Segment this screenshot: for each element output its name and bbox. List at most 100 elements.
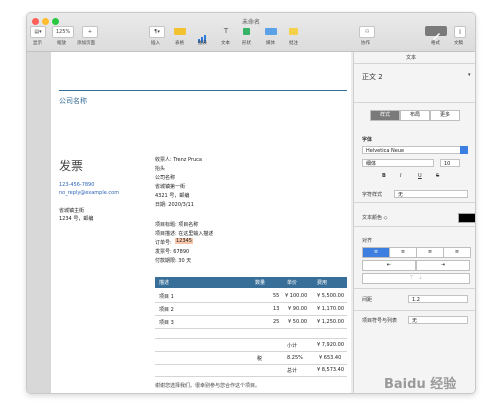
tax-rate: 8.25% xyxy=(287,355,303,361)
label-format: 格式 xyxy=(431,41,440,46)
text-icon[interactable]: T xyxy=(220,28,232,35)
media-icon[interactable] xyxy=(265,28,277,35)
subtotal-label: 小计 xyxy=(287,343,298,349)
outdent-button[interactable]: ⇤ xyxy=(362,260,416,271)
total-label: 总计 xyxy=(287,368,298,374)
chart-icon[interactable] xyxy=(197,28,209,43)
recipient-line: 收票人: Trenz Pruca xyxy=(155,157,202,163)
font-size-field[interactable]: 10 xyxy=(440,159,460,167)
format-button[interactable] xyxy=(425,26,447,40)
label-collaborate: 协作 xyxy=(361,41,370,46)
paragraph-style[interactable]: 正文 2 xyxy=(362,72,383,82)
header-rule xyxy=(59,90,347,91)
text-color-swatch[interactable] xyxy=(458,213,475,223)
company-name: 公司名称 xyxy=(59,97,87,105)
row-desc: 项目 3 xyxy=(159,320,174,326)
shape-icon[interactable] xyxy=(243,28,250,35)
label-zoom: 缩放 xyxy=(57,41,66,46)
order-number-selected[interactable]: 12345 xyxy=(175,238,193,244)
bullets-label: 项目符号与列表 xyxy=(362,318,398,324)
label-comment: 批注 xyxy=(289,41,298,46)
subtotal-value: ¥ 7,920.00 xyxy=(317,342,345,348)
spacing-select[interactable]: 1.2 xyxy=(408,295,468,303)
align-justify-button[interactable]: ≡ xyxy=(443,247,471,258)
project-line: 项目标题: 项目名称 xyxy=(155,222,199,228)
align-center-button[interactable]: ≡ xyxy=(389,247,417,258)
document-canvas: 公司名称 发票 123-456-7890 no_reply@example.co… xyxy=(27,52,351,393)
col-header-price: 单价 xyxy=(287,280,298,286)
row-desc: 项目 1 xyxy=(159,294,174,300)
invoice-heading: 发票 xyxy=(59,159,84,173)
table-icon[interactable] xyxy=(174,28,186,35)
row-cost: ¥ 1,250.00 xyxy=(317,319,345,325)
add-page-button[interactable]: + xyxy=(82,26,98,38)
vertical-align-buttons[interactable]: ⊤ ⊥ xyxy=(362,273,470,284)
row-cost: ¥ 5,500.00 xyxy=(317,293,345,299)
view-button[interactable]: ▤▾ xyxy=(30,26,46,38)
window-title: 未命名 xyxy=(241,19,260,26)
font-style-select[interactable]: 细体 xyxy=(362,159,434,167)
char-style-label: 字符样式 xyxy=(362,192,383,198)
payment-due: 付款期限: 30 天 xyxy=(155,258,192,264)
total-value: ¥ 8,573.40 xyxy=(317,367,345,373)
char-style-select[interactable]: 无 xyxy=(394,190,468,198)
app-window: 未命名 ▤▾ 125% + ¶▾ T ⚇ ▯ 显示 缩放 添加页面 插入 表格 … xyxy=(26,12,476,394)
invoice-page[interactable]: 公司名称 发票 123-456-7890 no_reply@example.co… xyxy=(51,52,351,393)
font-name-select[interactable]: Helvetica Neue xyxy=(362,146,468,154)
label-document: 文稿 xyxy=(454,41,463,46)
label-chart: 图表 xyxy=(198,41,207,46)
order-label: 订单号: xyxy=(155,240,172,246)
watermark: Baidu 经验 xyxy=(384,377,457,392)
tab-layout[interactable]: 布局 xyxy=(400,110,430,121)
footer-note: 谢谢您选择我们。很幸别参与您合作这个项目。 xyxy=(155,383,261,389)
row-desc: 项目 2 xyxy=(159,307,174,313)
insert-button[interactable]: ¶▾ xyxy=(149,26,165,38)
spacing-label: 间距 xyxy=(362,297,373,303)
recipient-line: 抬头 xyxy=(155,166,166,172)
row-qty: 25 xyxy=(273,319,280,325)
col-header-cost: 费用 xyxy=(317,280,328,286)
row-qty: 13 xyxy=(273,306,280,312)
bullets-select[interactable]: 无 xyxy=(408,316,468,324)
recipient-line: 公司名称 xyxy=(155,175,176,181)
comment-icon[interactable] xyxy=(289,28,298,35)
tax-value: ¥ 653.40 xyxy=(319,355,342,361)
align-right-button[interactable]: ≡ xyxy=(416,247,444,258)
align-label: 对齐 xyxy=(362,238,373,244)
col-header-qty: 数量 xyxy=(255,280,266,286)
toolbar: 未命名 ▤▾ 125% + ¶▾ T ⚇ ▯ 显示 缩放 添加页面 插入 表格 … xyxy=(27,13,475,52)
row-price: ¥ 50.00 xyxy=(288,319,308,325)
collaborate-button[interactable]: ⚇ xyxy=(359,26,375,38)
tab-style[interactable]: 样式 xyxy=(370,110,400,121)
strikethrough-button[interactable]: S xyxy=(436,173,439,179)
row-price: ¥ 90.00 xyxy=(288,306,308,312)
format-panel: 文本 正文 2 ▾ 样式 布局 更多 字体 Helvetica Neue 细体 … xyxy=(353,52,475,393)
indent-button[interactable]: ⇥ xyxy=(416,260,470,271)
address-line: 1234 号，邮编 xyxy=(59,216,94,222)
phone: 123-456-7890 xyxy=(59,182,95,188)
recipient-line: 4321 号，邮编 xyxy=(155,193,190,199)
align-left-button[interactable]: ≡ xyxy=(362,247,390,258)
label-add-page: 添加页面 xyxy=(77,41,95,46)
row-price: ¥ 100.00 xyxy=(285,293,308,299)
tab-more[interactable]: 更多 xyxy=(430,110,460,121)
underline-button[interactable]: U xyxy=(418,173,422,179)
bold-button[interactable]: B xyxy=(382,173,386,179)
row-qty: 55 xyxy=(273,293,280,299)
email: no_reply@example.com xyxy=(59,190,120,196)
text-color-label: 文本颜色 ◇ xyxy=(362,215,388,221)
italic-button[interactable]: I xyxy=(400,173,401,179)
document-button[interactable]: ▯ xyxy=(454,26,466,38)
label-view: 显示 xyxy=(33,41,42,46)
invoice-number: 发票号: 67890 xyxy=(155,249,190,255)
recipient-line: 日期: 2020/3/11 xyxy=(155,202,194,208)
zoom-select[interactable]: 125% xyxy=(52,26,74,38)
chevron-down-icon[interactable]: ▾ xyxy=(468,72,471,78)
font-section-label: 字体 xyxy=(362,137,373,143)
label-shape: 形状 xyxy=(242,41,251,46)
address-line: 省城镇主街 xyxy=(59,208,85,214)
label-media: 媒体 xyxy=(266,41,275,46)
recipient-line: 省城镇第一街 xyxy=(155,184,186,190)
label-insert: 插入 xyxy=(151,41,160,46)
font-select-chevron-icon[interactable] xyxy=(460,146,468,154)
